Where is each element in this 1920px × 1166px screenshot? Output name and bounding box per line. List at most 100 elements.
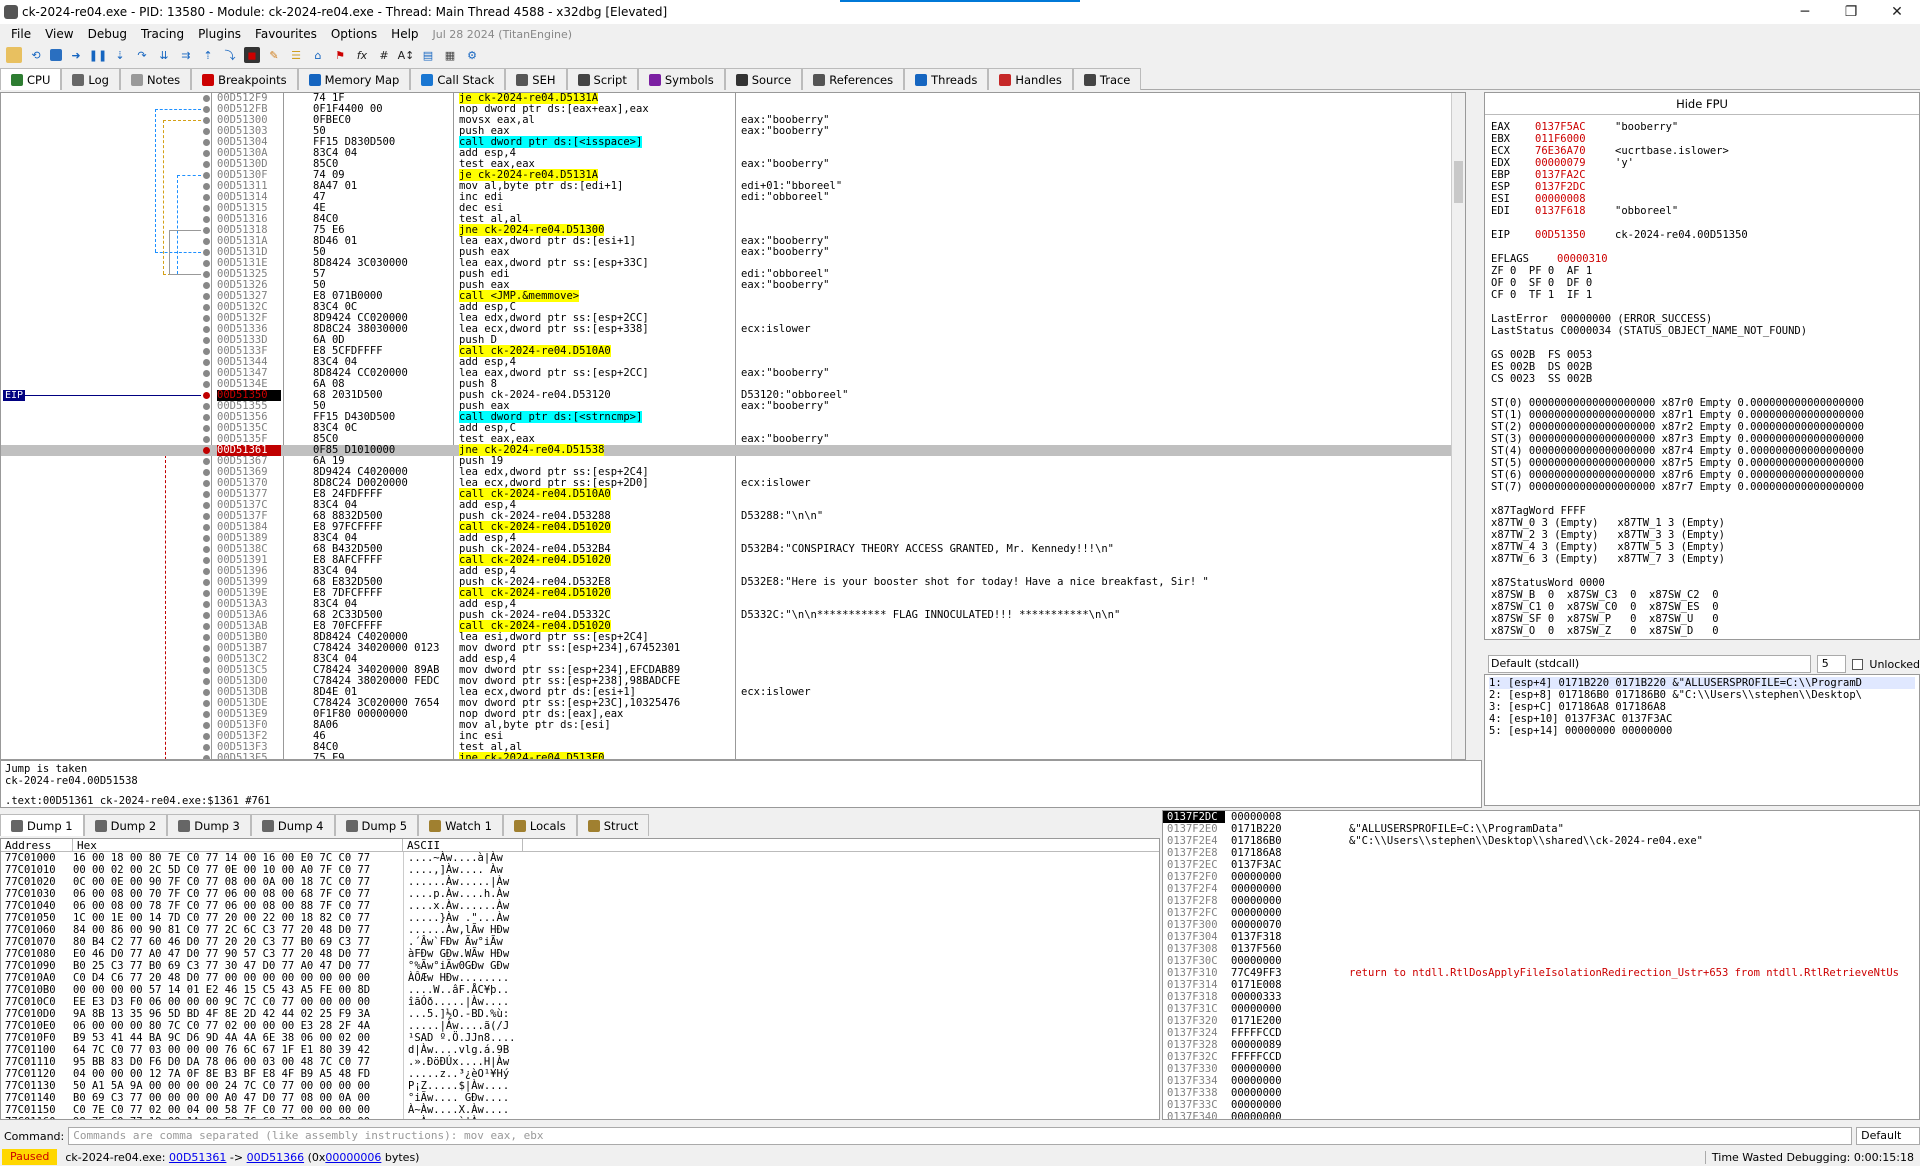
breakpoint-dot-icon[interactable] [203, 447, 210, 454]
register-value[interactable]: 00000079 [1535, 157, 1615, 169]
unlocked-checkbox[interactable] [1852, 658, 1864, 670]
breakpoint-dot-icon[interactable] [203, 601, 210, 608]
eip-row[interactable]: EIP 00D51350 ck-2024-re04.00D51350 [1491, 229, 1913, 241]
breakpoint-dot-icon[interactable] [203, 370, 210, 377]
menu-favourites[interactable]: Favourites [248, 27, 324, 41]
menu-view[interactable]: View [38, 27, 80, 41]
tab-source[interactable]: Source [724, 68, 803, 90]
stack-row[interactable]: 0137F324 FFFFFCCD [1163, 1027, 1919, 1039]
breakpoint-dot-icon[interactable] [203, 722, 210, 729]
calculator-icon[interactable]: ▦ [442, 47, 458, 63]
patch-icon[interactable]: ✎ [266, 47, 282, 63]
dump-row[interactable]: 77C01120 04 00 00 00 12 7A 0F 8E B3 BF E8… [1, 1068, 1159, 1080]
stack-row[interactable]: 0137F31C 00000000 [1163, 1003, 1919, 1015]
breakpoint-dot-icon[interactable] [203, 689, 210, 696]
register-value[interactable]: 76E36A70 [1535, 145, 1615, 157]
restart-icon[interactable]: ⟲ [28, 47, 44, 63]
breakpoint-dot-icon[interactable] [203, 634, 210, 641]
breakpoint-dot-icon[interactable] [203, 227, 210, 234]
breakpoint-dot-icon[interactable] [203, 194, 210, 201]
stack-row[interactable]: 0137F338 00000000 [1163, 1087, 1919, 1099]
stack-row[interactable]: 0137F2E4 017186B0 &"C:\\Users\\stephen\\De… [1163, 835, 1919, 847]
breakpoint-dot-icon[interactable] [203, 480, 210, 487]
register-value[interactable]: 011F6000 [1535, 133, 1615, 145]
dump-row[interactable]: 77C01130 50 A1 5A 9A 00 00 00 00 24 7C C0… [1, 1080, 1159, 1092]
stack-row[interactable]: 0137F314 0171E008 [1163, 979, 1919, 991]
stack-arg-row[interactable]: 4: [esp+10] 0137F3AC 0137F3AC [1489, 713, 1915, 725]
register-row[interactable]: EDX 00000079'y' [1491, 157, 1913, 169]
dump-row[interactable]: 77C01000 16 00 18 00 80 7E C0 77 14 00 16… [1, 852, 1159, 864]
stack-row[interactable]: 0137F30C 00000000 [1163, 955, 1919, 967]
dump-row[interactable]: 77C01140 B0 69 C3 77 00 00 00 00 A0 47 D0… [1, 1092, 1159, 1104]
stack-arg-row[interactable]: 5: [esp+14] 00000000 00000000 [1489, 725, 1915, 737]
tab-handles[interactable]: Handles [988, 68, 1073, 90]
stack-row[interactable]: 0137F304 0137F318 [1163, 931, 1919, 943]
breakpoint-dot-icon[interactable] [203, 260, 210, 267]
stack-arg-row[interactable]: 3: [esp+C] 017186A8 017186A8 [1489, 701, 1915, 713]
breakpoint-dot-icon[interactable] [203, 645, 210, 652]
breakpoint-dot-icon[interactable] [203, 359, 210, 366]
dump-row[interactable]: 77C01020 0C 00 0E 00 90 7F C0 77 08 00 0A… [1, 876, 1159, 888]
dump-row[interactable]: 77C01150 C0 7E C0 77 02 00 04 00 58 7F C0… [1, 1104, 1159, 1116]
dump-row[interactable]: 77C01090 B0 25 C3 77 B0 69 C3 77 30 47 D0… [1, 960, 1159, 972]
stack-row[interactable]: 0137F2EC 0137F3AC [1163, 859, 1919, 871]
dump-row[interactable]: 77C01060 84 00 86 00 90 81 C0 77 2C 6C C3… [1, 924, 1159, 936]
stack-row[interactable]: 0137F2F8 00000000 [1163, 895, 1919, 907]
register-value[interactable]: 00D51350 [1535, 229, 1615, 241]
stack-row[interactable]: 0137F310 77C49FF3 return to ntdll.RtlDosAp… [1163, 967, 1919, 979]
breakpoint-dot-icon[interactable] [203, 271, 210, 278]
register-value[interactable]: 0137FA2C [1535, 169, 1615, 181]
register-value[interactable]: 0137F2DC [1535, 181, 1615, 193]
dump-row[interactable]: 77C01070 80 B4 C2 77 60 46 D0 77 20 20 C3… [1, 936, 1159, 948]
step-into-icon[interactable]: ⇣ [112, 47, 128, 63]
dump-row[interactable]: 77C01110 95 BB 83 D0 F6 D0 DA 78 06 00 03… [1, 1056, 1159, 1068]
comment-icon[interactable]: ☰ [288, 47, 304, 63]
breakpoint-dot-icon[interactable] [203, 95, 210, 102]
tab-memory-map[interactable]: Memory Map [297, 68, 411, 90]
stack-row[interactable]: 0137F320 0171E200 [1163, 1015, 1919, 1027]
menu-file[interactable]: File [4, 27, 38, 41]
settings-icon[interactable]: ⚙ [464, 47, 480, 63]
breakpoint-dot-icon[interactable] [203, 128, 210, 135]
stack-row[interactable]: 0137F2E0 0171B220 &"ALLUSERSPROFILE=C:\\Pr… [1163, 823, 1919, 835]
tab-watch-1[interactable]: Watch 1 [418, 814, 503, 836]
stack-arg-row[interactable]: 1: [esp+4] 0171B220 0171B220 &"ALLUSERSP… [1489, 677, 1915, 689]
dump-row[interactable]: 77C01040 06 00 08 00 78 7F C0 77 06 00 08… [1, 900, 1159, 912]
breakpoint-dot-icon[interactable] [203, 381, 210, 388]
hex-dump-view[interactable]: Address Hex ASCII 77C01000 16 00 18 00 80… [0, 838, 1160, 1120]
breakpoint-dot-icon[interactable] [203, 623, 210, 630]
tab-cpu[interactable]: CPU [0, 68, 62, 90]
tab-symbols[interactable]: Symbols [637, 68, 725, 90]
dump-row[interactable]: 77C01100 64 7C C0 77 03 00 00 00 76 6C 67… [1, 1044, 1159, 1056]
breakpoint-dot-icon[interactable] [203, 249, 210, 256]
stack-row[interactable]: 0137F2F0 00000000 [1163, 871, 1919, 883]
stack-arg-row[interactable]: 2: [esp+8] 017186B0 017186B0 &"C:\\Users… [1489, 689, 1915, 701]
breakpoint-dot-icon[interactable] [203, 568, 210, 575]
tab-notes[interactable]: Notes [119, 68, 192, 90]
stack-row[interactable]: 0137F308 0137F560 [1163, 943, 1919, 955]
tab-dump-4[interactable]: Dump 4 [250, 814, 335, 836]
stack-row[interactable]: 0137F32C FFFFFCCD [1163, 1051, 1919, 1063]
breakpoint-dot-icon[interactable] [203, 238, 210, 245]
breakpoint-dot-icon[interactable] [203, 150, 210, 157]
register-row[interactable]: ECX 76E36A70 <ucrtbase.islower> [1491, 145, 1913, 157]
breakpoint-dot-icon[interactable] [203, 458, 210, 465]
breakpoint-dot-icon[interactable] [203, 282, 210, 289]
strings-icon[interactable]: ▤ [420, 47, 436, 63]
dump-row[interactable]: 77C010A0 C0 D4 C6 77 20 48 D0 77 00 00 00… [1, 972, 1159, 984]
open-icon[interactable] [6, 47, 22, 63]
breakpoint-dot-icon[interactable] [203, 403, 210, 410]
font-size-icon[interactable]: A↕ [398, 47, 415, 63]
dump-row[interactable]: 77C01050 1C 00 1E 00 14 7D C0 77 20 00 22… [1, 912, 1159, 924]
minimize-icon[interactable]: ─ [1782, 4, 1828, 20]
register-row[interactable]: ESI 00000008 [1491, 193, 1913, 205]
breakpoint-dot-icon[interactable] [203, 491, 210, 498]
breakpoint-dot-icon[interactable] [203, 337, 210, 344]
execute-till-return-icon[interactable]: ⇡ [200, 47, 216, 63]
stack-row[interactable]: 0137F334 00000000 [1163, 1075, 1919, 1087]
breakpoint-dot-icon[interactable] [203, 392, 210, 399]
register-row[interactable]: ESP 0137F2DC [1491, 181, 1913, 193]
register-value[interactable]: 0137F618 [1535, 205, 1615, 217]
breakpoint-dot-icon[interactable] [203, 205, 210, 212]
breakpoint-dot-icon[interactable] [203, 557, 210, 564]
